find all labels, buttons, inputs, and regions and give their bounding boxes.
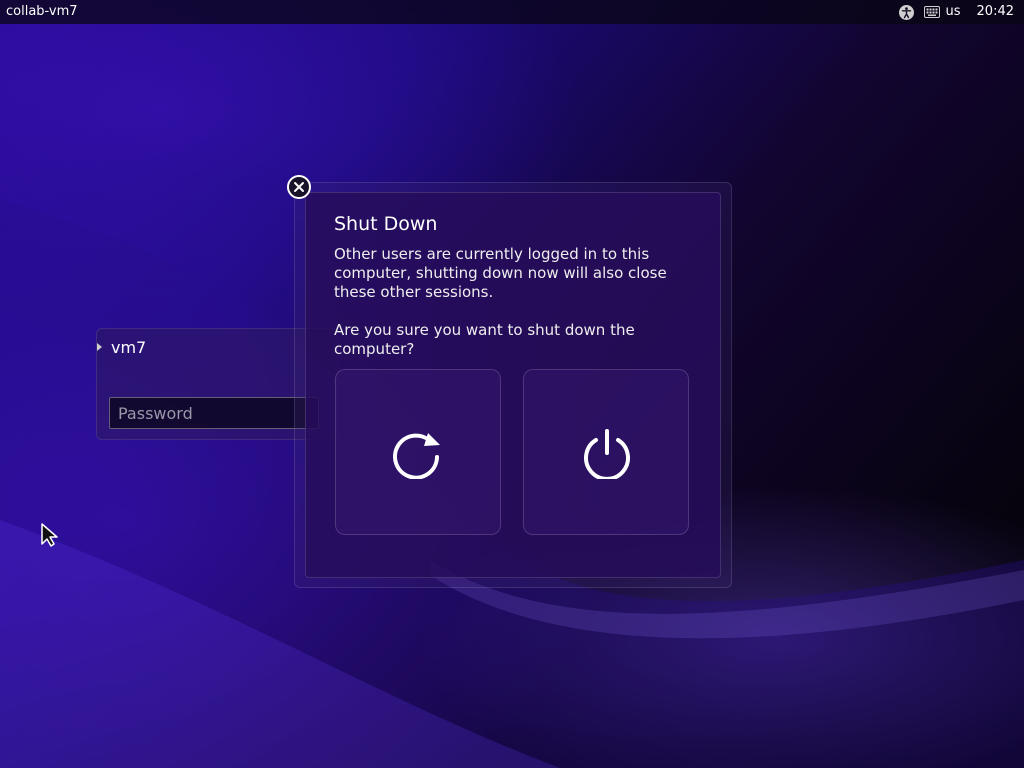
dialog-question: Are you sure you want to shut down the c… bbox=[334, 321, 635, 358]
top-bar: collab-vm7 us 20:42 bbox=[0, 0, 1024, 24]
dialog-title: Shut Down bbox=[334, 213, 438, 235]
keyboard-icon[interactable] bbox=[923, 6, 940, 18]
restart-icon bbox=[393, 433, 440, 479]
keyboard-layout-label[interactable]: us bbox=[946, 0, 961, 24]
user-name[interactable]: vm7 bbox=[111, 338, 146, 357]
shutdown-dialog: Shut Down Other users are currently logg… bbox=[305, 192, 721, 578]
accessibility-icon bbox=[898, 4, 914, 20]
dialog-message: Other users are currently logged in to t… bbox=[334, 245, 667, 301]
password-input[interactable] bbox=[109, 397, 319, 429]
user-expand-icon[interactable] bbox=[97, 343, 102, 351]
clock[interactable]: 20:42 bbox=[977, 0, 1014, 24]
shutdown-button[interactable] bbox=[523, 369, 689, 535]
close-icon bbox=[294, 182, 304, 192]
system-tray: us 20:42 bbox=[889, 0, 1014, 24]
dialog-close-button[interactable] bbox=[287, 175, 311, 199]
hostname-label: collab-vm7 bbox=[6, 4, 78, 19]
mouse-cursor-icon bbox=[41, 523, 58, 547]
accessibility-menu[interactable] bbox=[898, 4, 914, 20]
power-icon bbox=[584, 429, 630, 479]
restart-button[interactable] bbox=[335, 369, 501, 535]
